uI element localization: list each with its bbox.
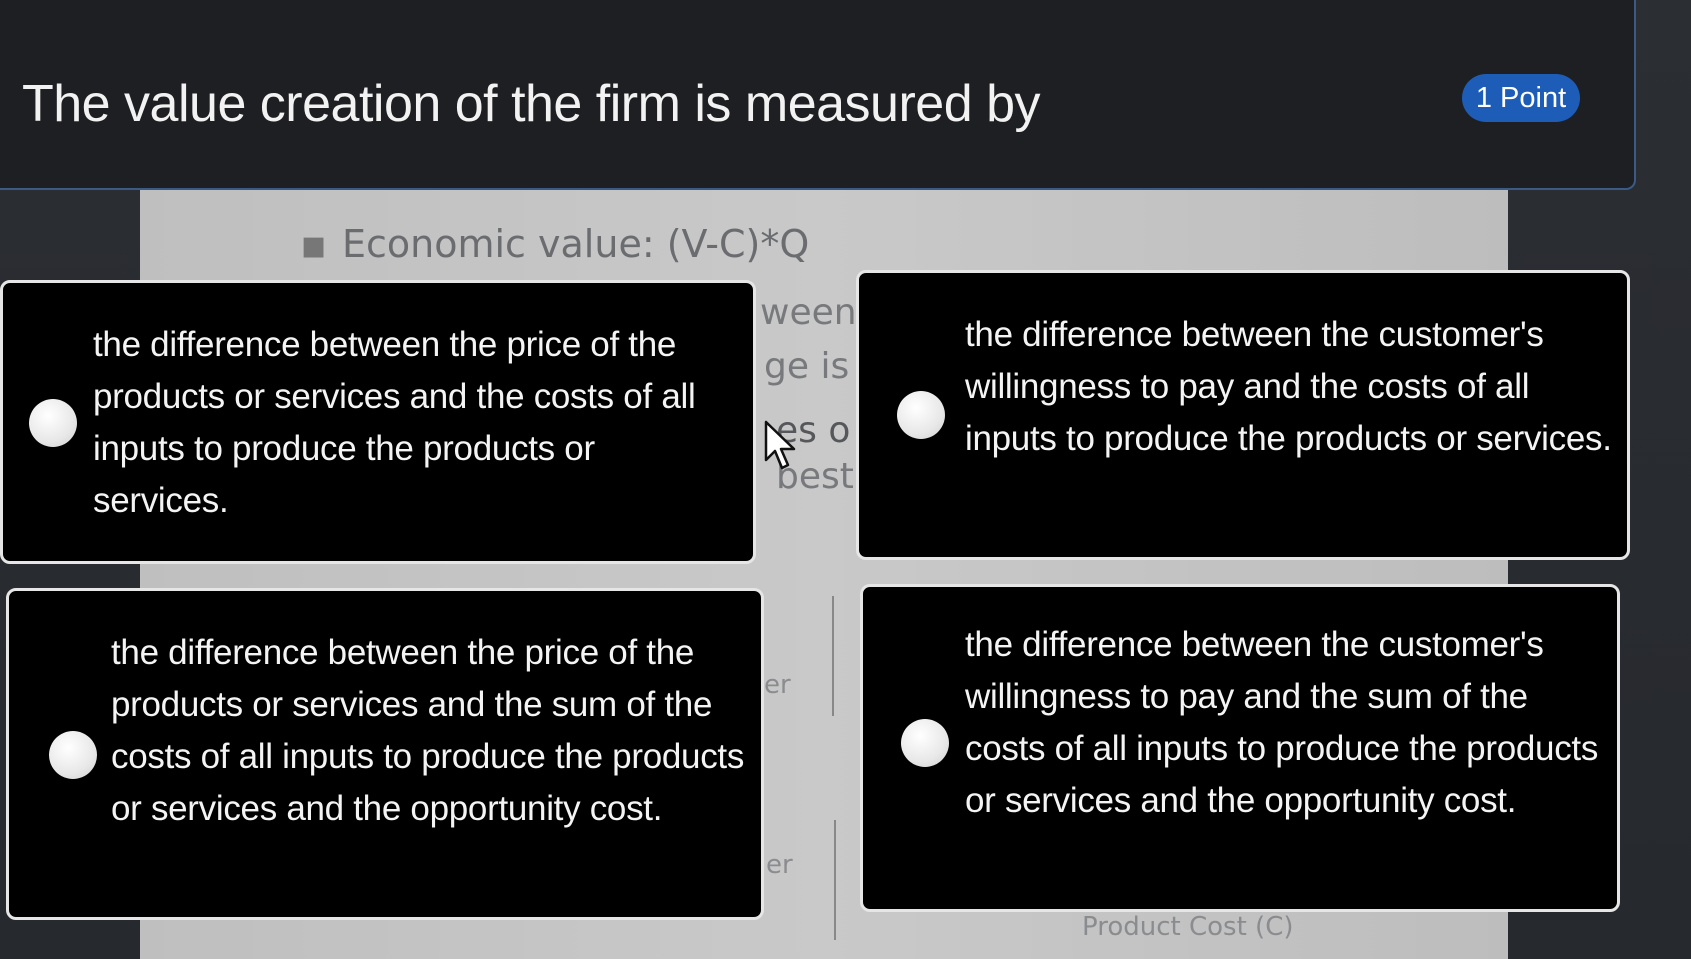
slide-fragment: er xyxy=(766,850,793,880)
slide-bullet: ▪ xyxy=(300,222,328,268)
radio-button-a[interactable] xyxy=(29,399,77,447)
slide-fragment: ween xyxy=(760,292,857,333)
slide-fragment: ge is xyxy=(764,346,850,387)
quiz-screen: ▪ Economic value: (V-C)*Q ween ge is es … xyxy=(0,0,1691,959)
answer-option-d[interactable]: the difference between the customer's wi… xyxy=(860,584,1620,912)
answer-option-d-text: the difference between the customer's wi… xyxy=(965,625,1599,820)
radio-button-d[interactable] xyxy=(901,719,949,767)
radio-button-b[interactable] xyxy=(897,391,945,439)
answer-option-c[interactable]: the difference between the price of the … xyxy=(6,588,764,920)
question-header: The value creation of the firm is measur… xyxy=(0,0,1636,190)
slide-bracket xyxy=(832,596,834,716)
radio-button-c[interactable] xyxy=(49,731,97,779)
points-badge: 1 Point xyxy=(1462,74,1580,122)
answer-option-c-text: the difference between the price of the … xyxy=(111,633,745,828)
question-text: The value creation of the firm is measur… xyxy=(22,75,1040,133)
mouse-cursor-icon xyxy=(764,420,796,470)
answer-option-b-text: the difference between the customer's wi… xyxy=(965,315,1612,458)
slide-bracket xyxy=(834,820,836,940)
slide-label-product-cost: Product Cost (C) xyxy=(1082,912,1294,942)
answer-option-a[interactable]: the difference between the price of the … xyxy=(0,280,756,564)
slide-formula: Economic value: (V-C)*Q xyxy=(342,222,810,266)
answer-option-b[interactable]: the difference between the customer's wi… xyxy=(856,270,1630,560)
answer-option-a-text: the difference between the price of the … xyxy=(93,325,696,520)
slide-fragment: er xyxy=(764,670,791,700)
